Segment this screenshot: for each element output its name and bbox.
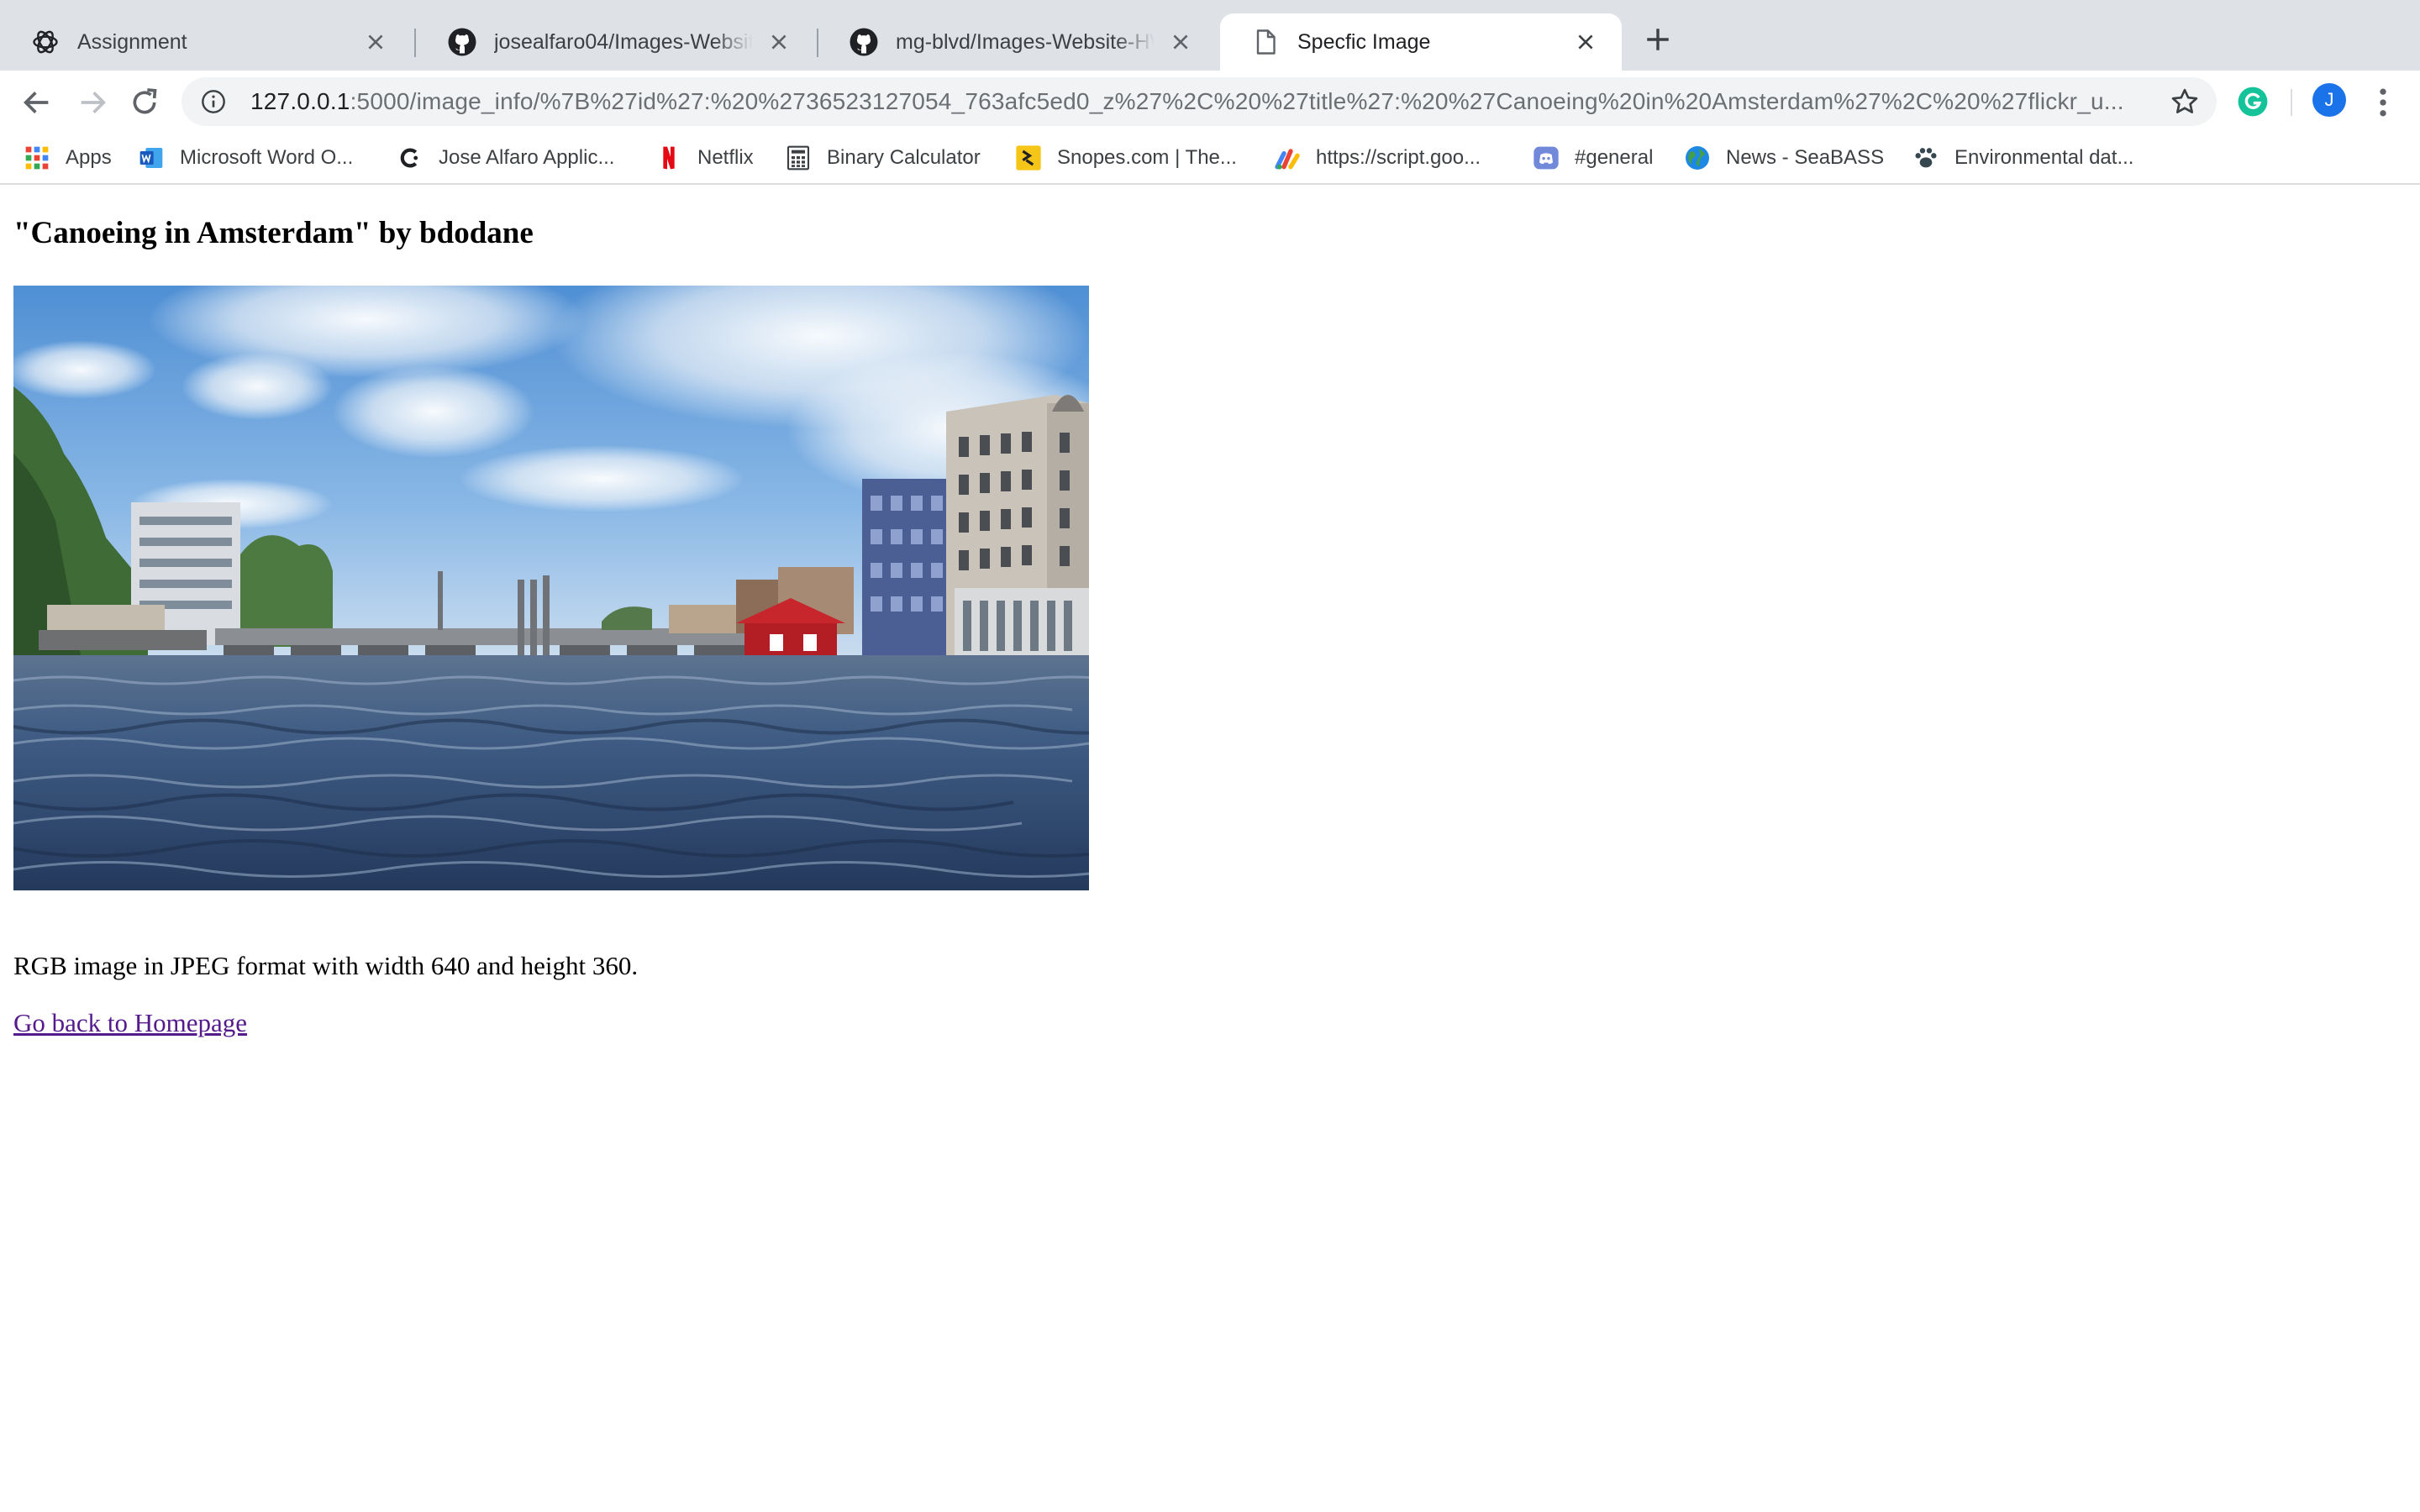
- browser-toolbar: 127.0.0.1:5000/image_info/%7B%27id%27:%2…: [0, 71, 2420, 133]
- page-content: "Canoeing in Amsterdam" by bdodane RGB i…: [0, 186, 2420, 1512]
- new-tab-plus-icon[interactable]: [1644, 25, 1672, 54]
- forward-arrow-icon[interactable]: [76, 86, 109, 119]
- document-icon: [1256, 29, 1276, 55]
- bookmark-microsoft-word[interactable]: Microsoft Word O...: [138, 143, 353, 173]
- homepage-link[interactable]: Go back to Homepage: [13, 1008, 247, 1038]
- bookmark-discord-general[interactable]: #general: [1533, 143, 1653, 173]
- bookmark-label: Binary Calculator: [827, 146, 981, 169]
- snopes-icon: [1016, 145, 1041, 171]
- url-text: 127.0.0.1:5000/image_info/%7B%27id%27:%2…: [250, 88, 2153, 115]
- openai-icon: [33, 30, 58, 54]
- bookmark-binary-calculator[interactable]: Binary Calculator: [785, 143, 981, 173]
- address-bar[interactable]: 127.0.0.1:5000/image_info/%7B%27id%27:%2…: [182, 77, 2217, 126]
- c-logo-icon: [400, 148, 418, 168]
- paw-icon: [1915, 148, 1937, 168]
- url-host: 127.0.0.1: [250, 88, 350, 114]
- tab-title: josealfaro04/Images-Website-HW4: [494, 29, 753, 54]
- bookmark-netflix[interactable]: Netflix: [655, 143, 754, 173]
- discord-icon: [1534, 146, 1559, 170]
- tab-mg-blvd-repo[interactable]: mg-blvd/Images-Website-HW4: [818, 13, 1217, 71]
- grammarly-icon[interactable]: [2237, 86, 2269, 118]
- profile-avatar[interactable]: J: [2312, 83, 2346, 117]
- close-icon[interactable]: [365, 31, 387, 53]
- github-icon: [850, 28, 878, 56]
- bookmark-label: #general: [1575, 146, 1654, 169]
- github-icon: [448, 28, 476, 56]
- bookmark-seabass-news[interactable]: News - SeaBASS: [1684, 143, 1884, 173]
- bookmark-snopes[interactable]: Snopes.com | The...: [1015, 143, 1237, 173]
- url-path: :5000/image_info/%7B%27id%27:%20%2736523…: [350, 88, 2124, 114]
- bookmark-jose-alfaro[interactable]: Jose Alfaro Applic...: [397, 143, 614, 173]
- image-description: RGB image in JPEG format with width 640 …: [13, 951, 639, 980]
- tab-title: Specfic Image: [1297, 29, 1431, 54]
- word-icon: [139, 148, 163, 168]
- toolbar-divider: [2291, 89, 2292, 116]
- page-title: "Canoeing in Amsterdam" by bdodane: [13, 216, 534, 250]
- tab-specific-image[interactable]: Specfic Image: [1220, 13, 1622, 71]
- tab-title: Assignment: [77, 29, 187, 54]
- close-icon[interactable]: [1575, 31, 1597, 53]
- tab-title: mg-blvd/Images-Website-HW4: [896, 29, 1155, 54]
- bookmark-label: Netflix: [697, 146, 754, 169]
- site-info-icon[interactable]: [200, 88, 227, 115]
- bookmark-environmental-data[interactable]: Environmental dat...: [1912, 143, 2133, 173]
- bookmark-apps[interactable]: Apps: [24, 143, 112, 173]
- reload-icon[interactable]: [128, 86, 161, 119]
- bookmark-apps-script[interactable]: https://script.goo...: [1274, 143, 1481, 173]
- netflix-icon: [663, 146, 675, 170]
- bookmark-label: Jose Alfaro Applic...: [439, 146, 615, 169]
- bookmark-label: Environmental dat...: [1954, 146, 2134, 169]
- tab-assignment[interactable]: Assignment: [0, 13, 412, 71]
- profile-initial: J: [2324, 89, 2334, 110]
- apps-script-icon: [1275, 149, 1300, 170]
- bookmark-label: Apps: [66, 146, 112, 169]
- close-icon[interactable]: [1170, 31, 1192, 53]
- bookmark-star-icon[interactable]: [2170, 87, 2200, 117]
- tab-divider: [414, 29, 416, 57]
- canoeing-photo: [13, 286, 1089, 890]
- back-arrow-icon[interactable]: [20, 86, 54, 119]
- tab-strip: Assignment josealfaro04/Images-Website-H…: [0, 0, 2420, 71]
- calculator-icon: [786, 145, 810, 171]
- bookmark-label: News - SeaBASS: [1726, 146, 1885, 169]
- bookmarks-bar: Apps Microsoft Word O... Jose Alfaro App…: [0, 133, 2420, 185]
- close-icon[interactable]: [768, 31, 790, 53]
- bookmark-label: Microsoft Word O...: [180, 146, 354, 169]
- apps-grid-icon: [25, 146, 49, 170]
- tab-josealfaro-repo[interactable]: josealfaro04/Images-Website-HW4: [417, 13, 815, 71]
- bookmark-label: Snopes.com | The...: [1057, 146, 1237, 169]
- bookmark-label: https://script.goo...: [1316, 146, 1481, 169]
- globe-icon: [1686, 146, 1709, 170]
- more-menu-icon[interactable]: [2371, 84, 2395, 121]
